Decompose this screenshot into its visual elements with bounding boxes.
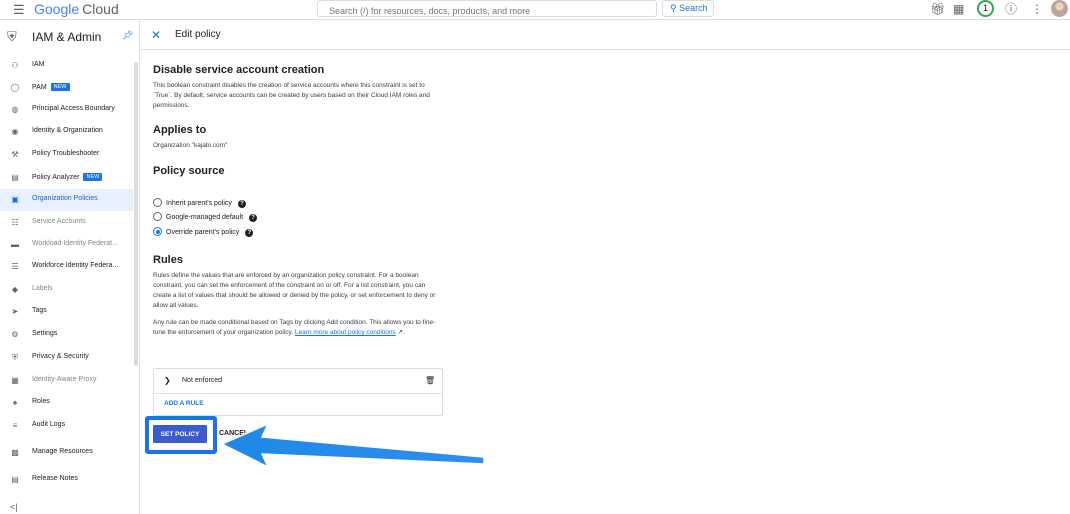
annotation-arrow bbox=[221, 423, 485, 468]
arrow-shape bbox=[221, 423, 485, 468]
